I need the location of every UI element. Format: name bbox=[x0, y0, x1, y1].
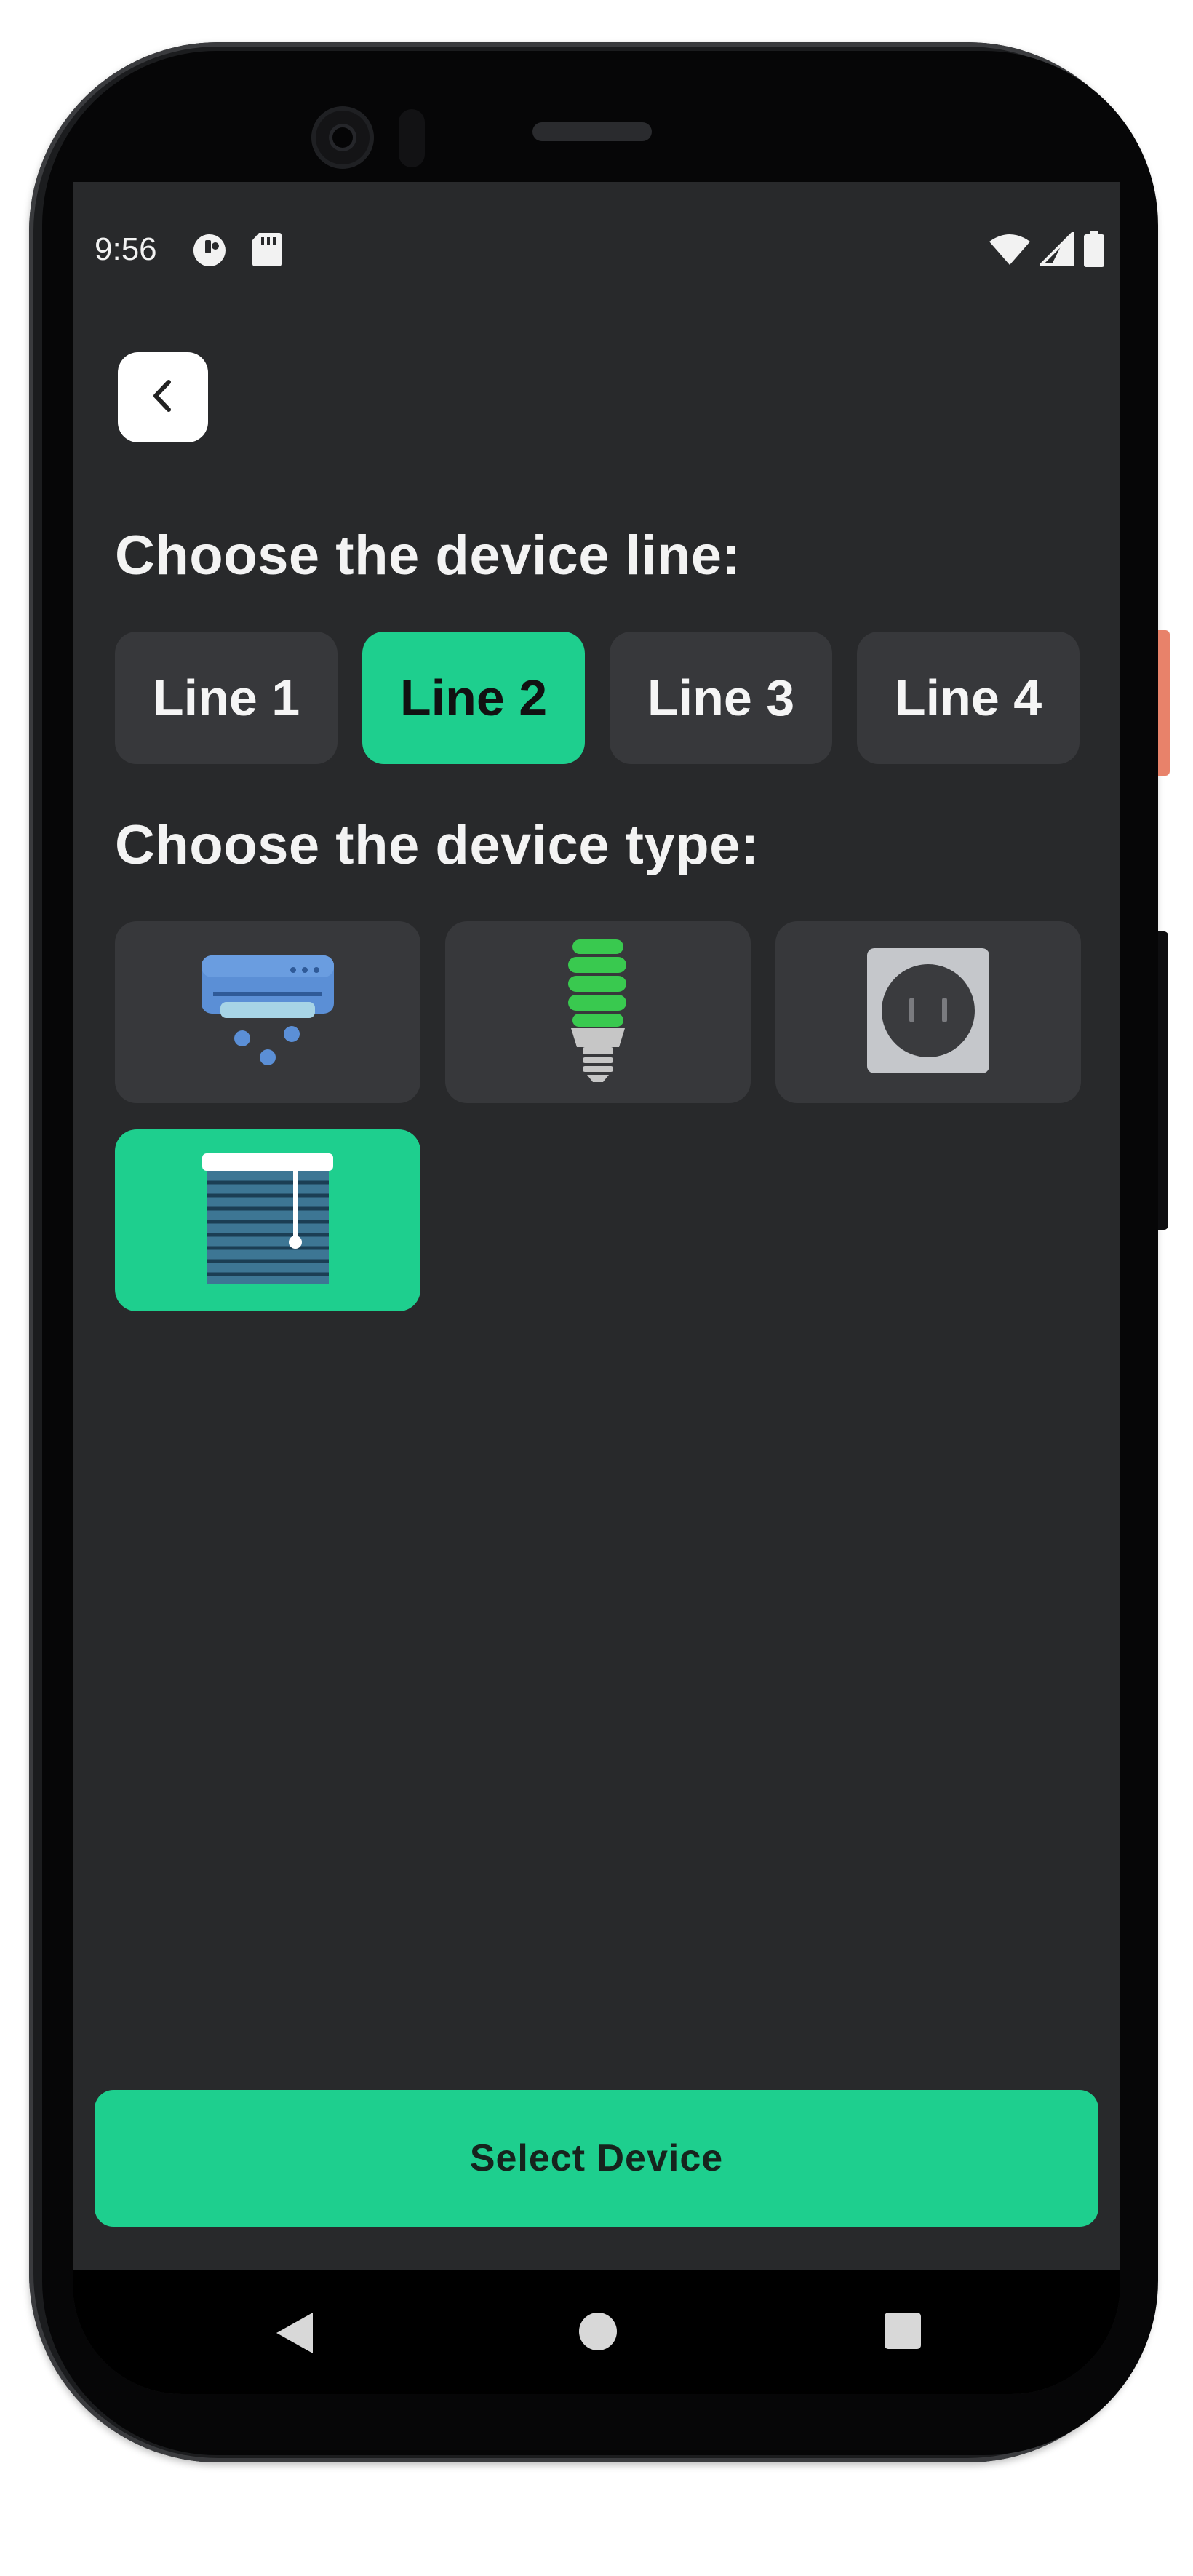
power-socket-icon bbox=[866, 947, 991, 1078]
status-bar: 9:56 bbox=[73, 224, 1120, 275]
battery-icon bbox=[1084, 230, 1104, 271]
air-conditioner-icon bbox=[199, 953, 337, 1073]
wifi-icon bbox=[989, 233, 1030, 269]
light-bulb-icon bbox=[565, 938, 631, 1087]
status-icons-right bbox=[989, 229, 1104, 271]
device-line-heading: Choose the device line: bbox=[115, 525, 741, 587]
back-button[interactable] bbox=[118, 352, 208, 442]
earpiece-speaker bbox=[532, 122, 652, 141]
data-saver-icon bbox=[191, 231, 228, 273]
device-type-air-conditioner[interactable] bbox=[115, 921, 420, 1103]
device-type-light[interactable] bbox=[445, 921, 751, 1103]
device-type-blinds[interactable] bbox=[115, 1129, 420, 1311]
chevron-left-icon bbox=[148, 378, 177, 418]
nav-recents-icon[interactable] bbox=[883, 2311, 922, 2354]
status-time: 9:56 bbox=[95, 231, 157, 267]
sd-card-icon bbox=[252, 231, 282, 271]
power-button bbox=[1157, 630, 1170, 776]
select-device-button[interactable]: Select Device bbox=[95, 2090, 1098, 2227]
system-nav-bar bbox=[73, 2270, 1120, 2394]
nav-home-icon[interactable] bbox=[578, 2311, 618, 2356]
app-screen: 9:56 Choose the device line: Line 1 Line… bbox=[73, 182, 1120, 2394]
nav-back-icon[interactable] bbox=[274, 2311, 314, 2358]
proximity-sensor bbox=[399, 109, 425, 167]
device-type-heading: Choose the device type: bbox=[115, 814, 759, 876]
front-camera bbox=[311, 106, 374, 169]
device-type-socket[interactable] bbox=[775, 921, 1081, 1103]
line-option-1[interactable]: Line 1 bbox=[115, 632, 338, 764]
window-blinds-icon bbox=[202, 1153, 333, 1288]
volume-button bbox=[1157, 931, 1168, 1230]
line-option-2[interactable]: Line 2 bbox=[362, 632, 585, 764]
cell-signal-icon bbox=[1038, 229, 1074, 269]
line-option-4[interactable]: Line 4 bbox=[857, 632, 1080, 764]
line-option-3[interactable]: Line 3 bbox=[610, 632, 832, 764]
